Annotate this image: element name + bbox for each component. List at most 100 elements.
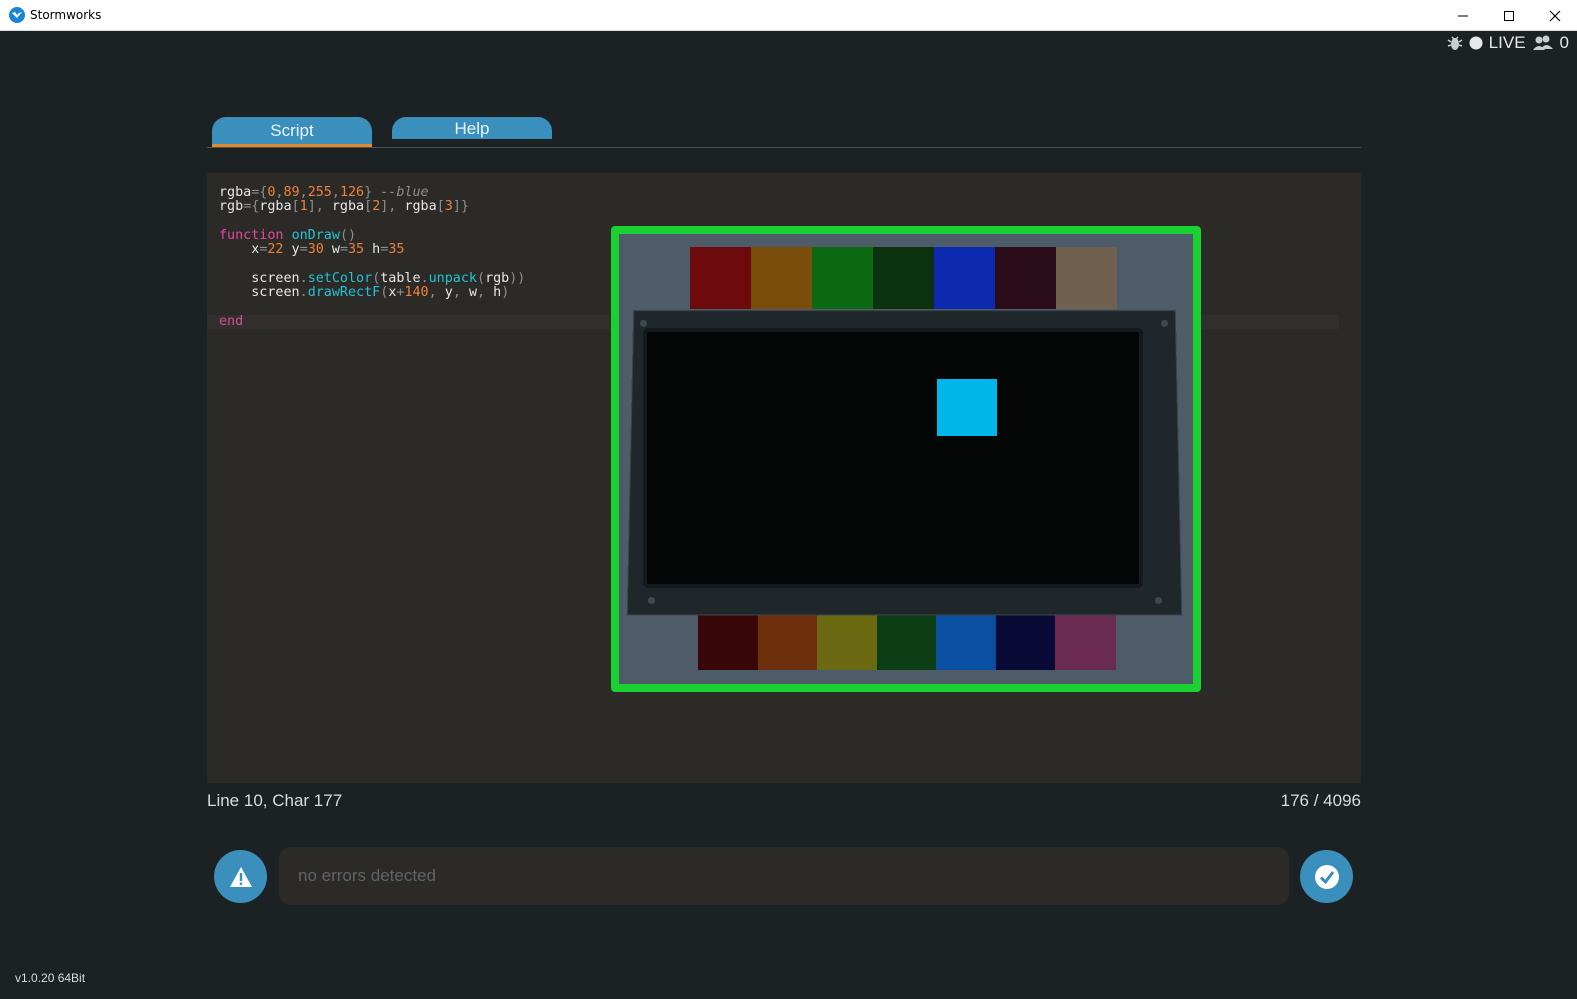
code-token: 255	[307, 185, 332, 200]
code-token: .	[420, 270, 429, 286]
code-token: x	[219, 242, 260, 258]
color-swatch	[757, 608, 819, 670]
code-token: h	[364, 242, 381, 258]
color-swatch	[873, 247, 934, 309]
code-token: 22	[267, 242, 284, 258]
code-token: ,	[275, 185, 284, 200]
color-swatch	[751, 247, 812, 309]
checkmark-icon	[1314, 864, 1339, 889]
code-token: --blue	[380, 185, 429, 200]
color-swatch	[995, 608, 1057, 670]
code-token: [	[436, 199, 445, 215]
code-token: 126	[339, 185, 365, 200]
code-token: setColor	[307, 270, 373, 286]
code-token: h	[493, 285, 502, 301]
warning-icon	[229, 866, 252, 887]
code-token: onDraw	[291, 227, 340, 243]
code-token: ,	[428, 285, 445, 301]
errors-button[interactable]	[214, 850, 267, 903]
code-token: w	[468, 285, 477, 301]
bolt-icon	[640, 320, 647, 327]
code-line[interactable]: function onDraw()	[219, 227, 525, 243]
code-token: y	[444, 285, 453, 301]
code-token: w	[323, 242, 340, 258]
bug-icon[interactable]	[1447, 34, 1463, 52]
tab-divider	[207, 147, 1361, 148]
code-line[interactable]: x=22 y=30 w=35 h=35	[219, 243, 525, 257]
minimize-button[interactable]	[1440, 0, 1486, 31]
cursor-position: Line 10, Char 177	[207, 791, 343, 810]
color-swatch	[1056, 247, 1117, 309]
code-line[interactable]: rgb={rgba[1], rgba[2], rgba[3]}	[219, 200, 525, 214]
color-swatch	[690, 247, 751, 309]
code-token: ={	[251, 185, 268, 200]
color-swatch	[936, 608, 997, 670]
code-token: drawRectF	[307, 285, 381, 301]
code-token: 1	[299, 199, 308, 215]
code-line[interactable]	[219, 300, 525, 314]
bolt-icon	[1161, 320, 1168, 327]
code-token: rgb	[485, 270, 510, 286]
code-token: ()	[339, 227, 357, 243]
code-token: 3	[444, 199, 453, 215]
close-icon	[1549, 10, 1561, 21]
error-output: no errors detected	[279, 847, 1289, 905]
color-swatch	[817, 608, 878, 670]
color-swatch	[1055, 608, 1116, 670]
bolt-icon	[648, 597, 655, 604]
window-title-bar: Stormworks	[0, 0, 1577, 31]
code-token: unpack	[428, 270, 477, 286]
monitor-screen	[643, 328, 1143, 588]
code-token: rgba	[259, 199, 292, 215]
code-token: ,	[331, 185, 340, 200]
bolt-icon	[1155, 597, 1162, 604]
maximize-icon	[1504, 10, 1514, 21]
code-token: }	[364, 185, 381, 200]
code-token: ]}	[452, 199, 469, 215]
session-status: LIVE 0	[1447, 33, 1569, 53]
code-token: 35	[348, 242, 365, 258]
code-line[interactable]: rgba={0,89,255,126} --blue	[219, 185, 525, 200]
screen-preview	[611, 226, 1201, 692]
players-icon[interactable]	[1532, 35, 1554, 51]
live-label: LIVE	[1488, 33, 1526, 52]
code-line[interactable]: screen.setColor(table.unpack(rgb))	[219, 270, 525, 286]
maximize-button[interactable]	[1486, 0, 1532, 31]
code-token: ],	[380, 199, 405, 215]
code-token: ],	[307, 199, 332, 215]
code-token: 30	[307, 242, 324, 258]
code-token: 89	[283, 185, 300, 200]
code-line[interactable]: screen.drawRectF(x+140, y, w, h)	[219, 285, 525, 301]
code-line[interactable]: end	[219, 313, 525, 329]
code-text[interactable]: rgba={0,89,255,126} --blue rgb={rgba[1], …	[219, 185, 525, 329]
tab-help[interactable]: Help	[392, 117, 552, 139]
code-token: rgba	[219, 185, 252, 200]
code-line[interactable]	[219, 257, 525, 271]
code-token: =	[339, 242, 348, 258]
players-count: 0	[1559, 33, 1569, 52]
code-token: end	[219, 313, 244, 329]
accept-button[interactable]	[1300, 850, 1353, 903]
code-token: rgb	[219, 199, 244, 215]
code-token: screen	[219, 270, 300, 286]
minimize-icon	[1458, 15, 1468, 16]
code-token: ,	[299, 185, 308, 200]
code-token: ,	[477, 285, 494, 301]
code-token: 140	[404, 285, 429, 301]
code-line[interactable]	[219, 215, 525, 229]
stormworks-logo-icon	[9, 7, 25, 23]
close-button[interactable]	[1532, 0, 1577, 31]
color-swatch	[876, 608, 938, 670]
code-token: table	[380, 270, 421, 286]
live-dot-icon	[1469, 36, 1483, 50]
code-token: [	[364, 199, 373, 215]
tab-script[interactable]: Script	[212, 117, 372, 147]
color-swatch	[812, 247, 873, 309]
code-token: .	[299, 270, 308, 286]
code-token: 35	[388, 242, 405, 258]
code-token: )	[501, 285, 510, 301]
code-token: screen	[219, 285, 300, 301]
color-swatch	[934, 247, 995, 309]
window-title: Stormworks	[30, 8, 102, 22]
code-token: (	[477, 270, 486, 286]
